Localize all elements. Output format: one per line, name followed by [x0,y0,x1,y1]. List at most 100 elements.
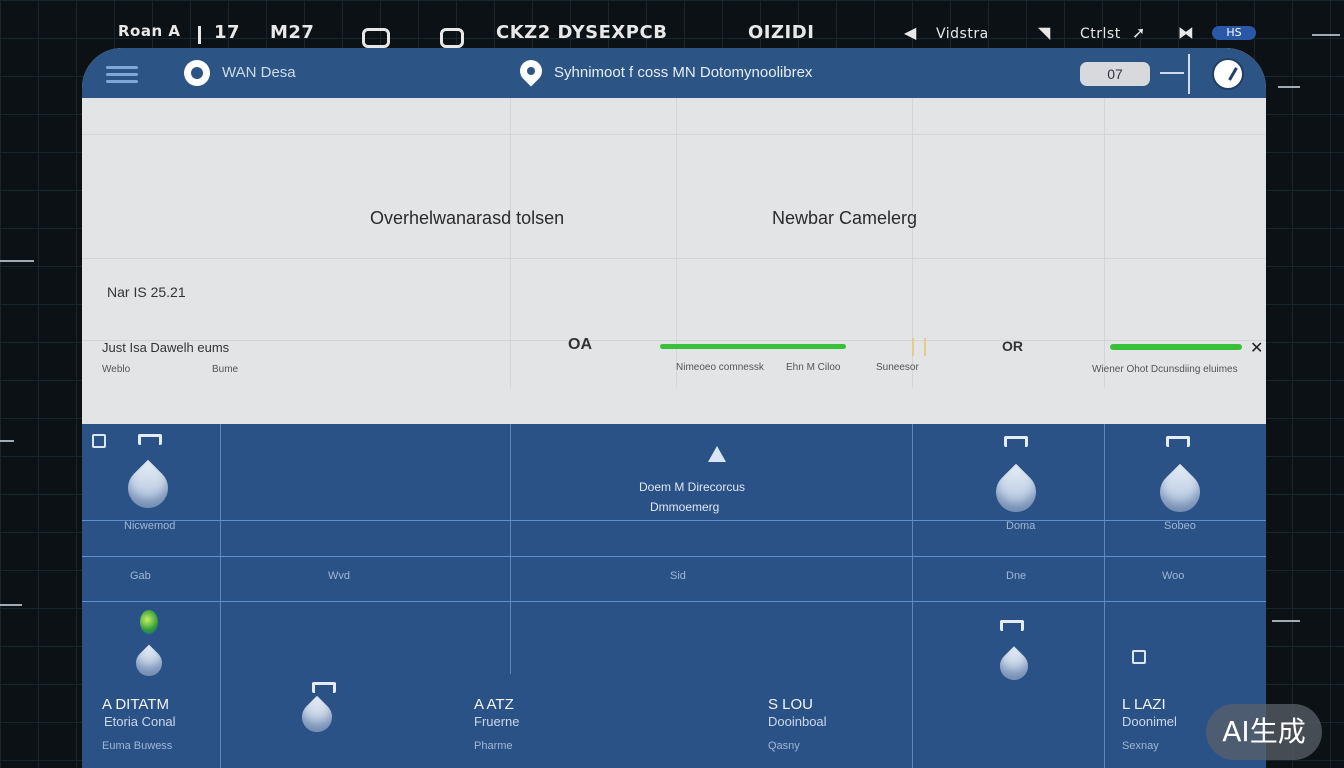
header-minus-icon[interactable] [1160,72,1184,74]
tile-subtitle: Doonimel [1122,714,1177,729]
overview-panel: Overhelwanarasd tolsen Newbar Camelerg N… [82,98,1266,441]
side-dash [0,440,14,442]
arrow-icon[interactable]: ◥ [1038,23,1051,42]
crown-icon [1166,436,1190,447]
status-icon [440,28,464,48]
side-dash [0,260,34,262]
value-readout: OR [1002,338,1023,354]
grid-line [1104,424,1105,768]
row-cell: Woo [1162,570,1185,582]
status-user: Ctrlst [1080,26,1121,42]
water-drop-icon[interactable] [119,459,177,517]
tile-title: A ATZ [474,696,514,713]
crown-icon [1000,620,1024,631]
progress-track [1110,344,1242,350]
grid-line [82,134,1266,135]
water-drop-icon[interactable] [1151,463,1209,521]
gem-icon [140,610,158,634]
column-label: Bume [212,364,239,375]
grid-line [82,340,1266,341]
arrow-left-icon[interactable]: ◀ [904,23,917,42]
row-cell: Dne [1006,570,1027,582]
column-label: Weblo [102,364,131,375]
crown-icon [138,434,162,445]
tile-grid: Nicwemod Doem M Direcorcus Dmmoemerg Dom… [82,424,1266,768]
tile-note: Sexnay [1122,740,1159,752]
status-m-label: M27 [270,22,315,43]
tile-subtitle: Dooinboal [768,714,827,729]
grid-line [220,424,221,768]
marker-icon [912,338,926,356]
status-center: CKZ2 DYSEXPCB [496,22,668,43]
side-dash [1272,620,1300,622]
tile-title: S LOU [768,696,814,713]
location-pin-icon[interactable] [515,55,547,87]
menu-icon[interactable] [106,66,138,84]
status-region: Vidstra [936,26,989,42]
grid-line [510,424,511,674]
grid-line [510,98,511,388]
tile-subtitle: Fruerne [474,714,520,729]
side-dash [1278,86,1300,88]
date-label: Nar IS 25.21 [107,284,186,300]
close-icon[interactable]: ✕ [1250,338,1263,358]
side-dash [0,604,22,606]
progress-fill [660,344,846,349]
status-left: Roan A [118,22,181,40]
status-mid: OIZIDI [748,22,815,43]
status-time: 17 [214,22,241,43]
value-readout: OA [568,336,592,353]
tile-note: Qasny [768,740,800,752]
tile-note: Pharme [474,740,513,752]
tile-note: Euma Buwess [102,740,173,752]
caption: Suneesor [876,362,919,373]
arrow-up-icon[interactable]: ➚ [1132,23,1146,42]
crown-icon [1004,436,1028,447]
image-icon [1132,650,1146,664]
center-sublabel: Dmmoemerg [650,500,720,514]
tile[interactable]: S LOU Dooinboal Qasny [762,674,912,768]
row-cell: Wvd [328,570,350,582]
grid-line [82,520,1266,521]
tile[interactable]: A ATZ Fruerne Pharme [462,674,662,768]
row-label[interactable]: Just Isa Dawelh eums [102,340,229,355]
bowtie-icon[interactable]: ⧓ [1178,23,1195,42]
grid-line [82,258,1266,259]
newbar-heading: Newbar Camelerg [772,208,918,228]
caption: Ehn M Ciloo [786,362,841,373]
tile-subtitle: Etoria Conal [104,714,176,729]
app-window: WAN Desa Syhnimoot f coss MN Dotomynooli… [82,48,1266,768]
crown-icon [312,682,336,693]
logo-icon [184,60,210,86]
cell-label: Doma [1006,520,1036,532]
caption: Nimeoeo comnessk [676,362,764,373]
header-divider [1188,54,1190,94]
water-drop-icon[interactable] [987,463,1045,521]
cell-label: Sobeo [1164,520,1196,532]
grid-line [82,556,1266,557]
overview-heading: Overhelwanarasd tolsen [370,208,565,228]
app-header: WAN Desa Syhnimoot f coss MN Dotomynooli… [82,48,1266,98]
checkbox-icon[interactable] [92,434,106,448]
caption: Wiener Ohot Dcunsdiing eluimes [1092,364,1238,375]
header-center-title: Syhnimoot f coss MN Dotomynoolibrex [554,64,813,81]
triangle-icon [708,446,726,462]
grid-line [82,601,1266,602]
grid-line [912,424,913,768]
tile[interactable]: A DITATM Etoria Conal Euma Buwess [82,674,220,768]
cell-label: Nicwemod [124,520,176,532]
center-label: Doem M Direcorcus [639,480,746,494]
status-icon [362,28,390,48]
progress-track [660,344,846,349]
water-drop-icon[interactable] [994,646,1034,686]
status-divider [198,26,201,44]
status-bar: Roan A 17 M27 CKZ2 DYSEXPCB OIZIDI ◀ Vid… [0,0,1344,48]
tile-title: L LAZI [1122,696,1166,713]
progress-fill [1110,344,1242,350]
tile-title: A DITATM [102,696,169,713]
clock-icon[interactable] [1212,58,1244,90]
header-pill-button[interactable]: 07 [1080,62,1150,86]
water-drop-icon[interactable] [295,695,339,739]
status-badge: HS [1212,26,1256,40]
row-cell: Sid [670,570,686,582]
